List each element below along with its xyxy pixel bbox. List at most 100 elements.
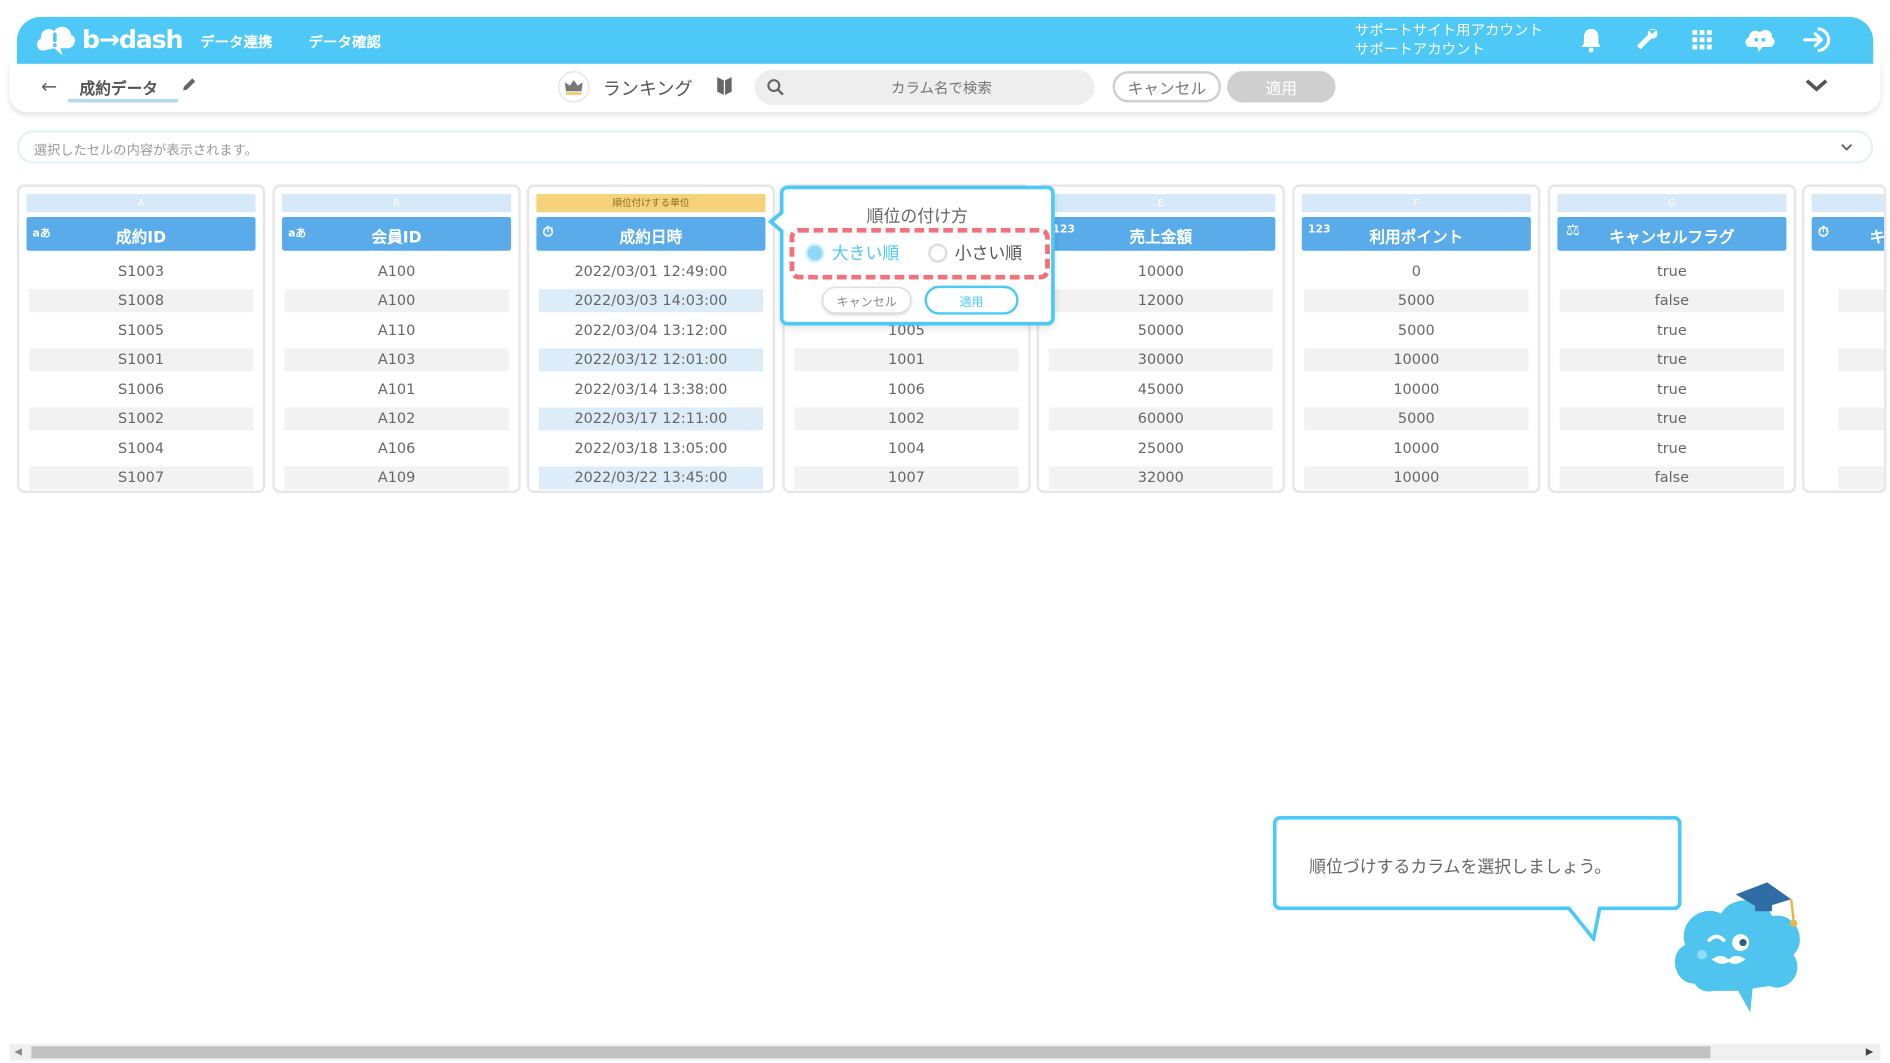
column-header[interactable]: 123 利用ポイント (1301, 216, 1531, 251)
wrench-icon[interactable] (1632, 25, 1661, 54)
table-cell[interactable]: 2022 (1838, 319, 1884, 342)
table-cell[interactable]: 1004 (794, 438, 1018, 461)
cancel-button[interactable]: キャンセル (1112, 71, 1222, 103)
table-cell[interactable]: true (1560, 378, 1784, 401)
account-info[interactable]: サポートサイト用アカウント サポートアカウント (1355, 20, 1543, 59)
table-cell[interactable]: 2022/03/03 14:03:00 (538, 289, 764, 313)
support-chat-icon[interactable] (1743, 25, 1777, 54)
table-cell[interactable]: A100 (284, 260, 508, 283)
table-cell[interactable]: true (1560, 319, 1784, 342)
table-cell[interactable]: false (1559, 466, 1784, 490)
table-cell[interactable]: S1007 (28, 466, 254, 490)
radio-descending[interactable]: 大きい順 (805, 241, 899, 265)
table-cell[interactable]: 2022/03/14 13:38:00 (539, 378, 763, 401)
nav-data-check[interactable]: データ確認 (309, 31, 381, 51)
table-cell[interactable]: 5000 (1304, 319, 1528, 342)
horizontal-scrollbar[interactable]: ◀ ▶ (9, 1043, 1881, 1061)
table-cell[interactable]: 25000 (1049, 438, 1273, 461)
table-cell[interactable]: 2022 (1838, 466, 1885, 490)
table-cell[interactable]: A106 (284, 438, 508, 461)
column-card-a[interactable]: A aあ 成約ID S1003 S1008 S1005 S1001 S1006 … (16, 184, 266, 494)
table-cell[interactable]: S1001 (28, 348, 254, 372)
radio-ascending[interactable]: 小さい順 (928, 241, 1022, 265)
table-cell[interactable]: 1007 (794, 466, 1019, 490)
table-cell[interactable]: 2022/03/01 12:49:00 (539, 260, 763, 283)
column-card-h[interactable]: ⏱ キ 2022 2022 2022 2022 2022 2022 2022 2… (1802, 184, 1887, 494)
radio-button[interactable] (805, 243, 825, 263)
table-cell[interactable]: 5000 (1304, 289, 1529, 313)
column-card-e[interactable]: E 123 売上金額 10000 12000 50000 30000 45000… (1036, 184, 1285, 494)
column-search-box[interactable] (754, 69, 1095, 105)
beginner-mark-icon[interactable] (716, 76, 733, 96)
table-cell[interactable]: 2022/03/18 13:05:00 (539, 438, 763, 461)
table-cell[interactable]: 5000 (1304, 407, 1529, 431)
column-card-g[interactable]: G ⚖ キャンセルフラグ true false true true true t… (1547, 184, 1797, 494)
popup-cancel-button[interactable]: キャンセル (822, 286, 912, 314)
column-header[interactable]: ⚖ キャンセルフラグ (1557, 216, 1787, 251)
table-cell[interactable]: 2022 (1838, 407, 1885, 431)
scrollbar-thumb[interactable] (31, 1046, 1711, 1059)
table-cell[interactable]: 12000 (1048, 289, 1273, 313)
table-cell[interactable]: 2022/03/12 12:01:00 (538, 348, 764, 372)
table-cell[interactable]: 32000 (1048, 466, 1273, 490)
radio-button[interactable] (928, 243, 948, 263)
bell-icon[interactable] (1577, 25, 1606, 54)
logout-icon[interactable] (1801, 25, 1835, 54)
scroll-right-icon[interactable]: ▶ (1866, 1046, 1873, 1057)
table-cell[interactable]: 2022 (1838, 348, 1885, 372)
table-cell[interactable]: 0 (1304, 260, 1528, 283)
pencil-icon[interactable] (181, 76, 198, 93)
chevron-down-icon[interactable] (1803, 76, 1830, 95)
table-cell[interactable]: false (1559, 289, 1784, 313)
table-cell[interactable]: S1005 (29, 319, 253, 342)
column-header[interactable]: ⏱ 成約日時 (536, 216, 766, 251)
column-search-input[interactable] (790, 69, 1093, 105)
table-cell[interactable]: 10000 (1304, 348, 1529, 372)
table-cell[interactable]: 60000 (1048, 407, 1273, 431)
table-cell[interactable]: S1008 (28, 289, 254, 313)
table-cell[interactable]: A100 (284, 289, 509, 313)
table-cell[interactable]: S1004 (29, 438, 253, 461)
table-cell[interactable]: 30000 (1048, 348, 1273, 372)
table-cell[interactable]: S1006 (29, 378, 253, 401)
table-cell[interactable]: 10000 (1304, 466, 1529, 490)
chevron-down-icon[interactable] (1839, 140, 1853, 154)
table-cell[interactable]: A103 (284, 348, 509, 372)
table-cell[interactable]: 1006 (794, 378, 1018, 401)
table-cell[interactable]: S1002 (28, 407, 254, 431)
table-cell[interactable]: A110 (284, 319, 508, 342)
table-cell[interactable]: A102 (284, 407, 509, 431)
table-cell[interactable]: 2022 (1838, 378, 1884, 401)
arrow-left-icon[interactable]: ← (41, 75, 57, 98)
column-header[interactable]: ⏱ キ (1811, 216, 1885, 251)
table-cell[interactable]: true (1560, 438, 1784, 461)
table-cell[interactable]: 2022/03/17 12:11:00 (538, 407, 764, 431)
cell-content-bar[interactable]: 選択したセルの内容が表示されます。 (16, 130, 1874, 164)
column-card-b[interactable]: B aあ 会員ID A100 A100 A110 A103 A101 A102 … (272, 184, 521, 494)
scroll-left-icon[interactable]: ◀ (14, 1046, 21, 1057)
table-cell[interactable]: 45000 (1049, 378, 1273, 401)
table-cell[interactable]: 2022 (1838, 260, 1884, 283)
column-header[interactable]: aあ 会員ID (282, 216, 512, 251)
table-cell[interactable]: true (1559, 348, 1784, 372)
bdash-logo[interactable]: b→dash (34, 22, 184, 58)
data-name-label[interactable]: 成約データ (80, 76, 158, 99)
table-cell[interactable]: 2022 (1838, 289, 1885, 313)
table-cell[interactable]: 2022/03/22 13:45:00 (538, 466, 764, 490)
table-cell[interactable]: 10000 (1049, 260, 1273, 283)
column-header[interactable]: aあ 成約ID (26, 216, 256, 251)
popup-apply-button[interactable]: 適用 (924, 285, 1019, 315)
table-cell[interactable]: A101 (284, 378, 508, 401)
table-cell[interactable]: 1002 (794, 407, 1019, 431)
nav-data-integration[interactable]: データ連携 (200, 31, 272, 51)
table-cell[interactable]: 50000 (1049, 319, 1273, 342)
app-grid-icon[interactable] (1688, 25, 1717, 54)
table-cell[interactable]: 10000 (1304, 378, 1528, 401)
apply-button[interactable]: 適用 (1227, 71, 1336, 103)
table-cell[interactable]: 1001 (794, 348, 1019, 372)
column-header[interactable]: 123 売上金額 (1046, 216, 1276, 251)
table-cell[interactable]: 2022/03/04 13:12:00 (539, 319, 763, 342)
table-cell[interactable]: S1003 (29, 260, 253, 283)
table-cell[interactable]: A109 (284, 466, 509, 490)
table-cell[interactable]: 2022 (1838, 438, 1884, 461)
